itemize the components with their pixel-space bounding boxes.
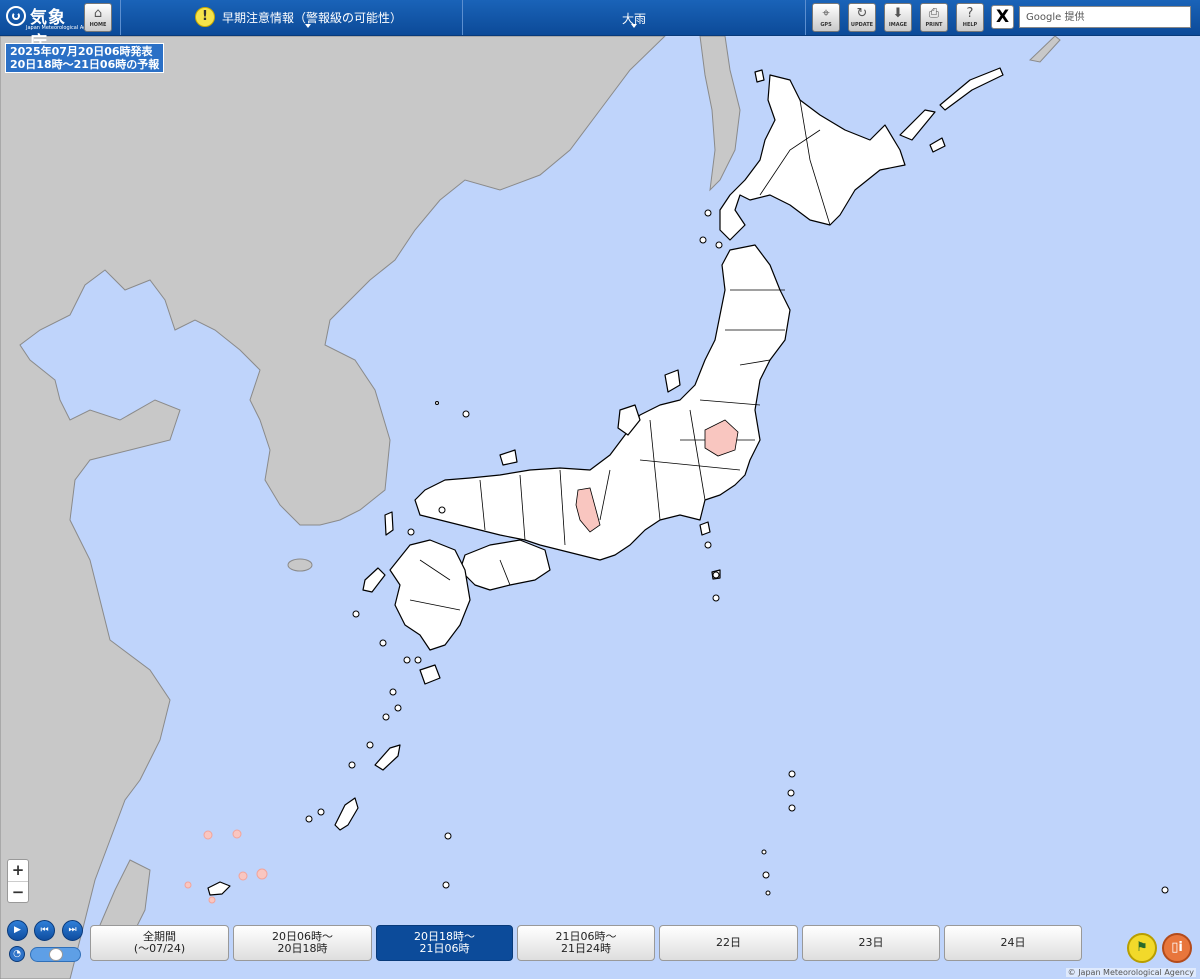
copyright-credit: © Japan Meteorological Agency	[1065, 968, 1196, 977]
home-icon: ⌂	[93, 6, 103, 21]
zoom-in-button[interactable]: +	[8, 860, 28, 882]
update-button[interactable]: ↻ UPDATE	[848, 3, 876, 32]
image-button[interactable]: ⬇ IMAGE	[884, 3, 912, 32]
crosshair-icon: ⌖	[822, 6, 830, 21]
header-divider	[805, 0, 806, 35]
play-button[interactable]: ▶	[7, 920, 28, 941]
izu-oshima	[699, 521, 711, 536]
forecast-info-box: 2025年07月20日06時発表 20日18時～21日06時の予報	[5, 43, 165, 73]
search-input[interactable]	[1019, 6, 1191, 28]
tsushima-island	[384, 511, 394, 536]
print-button[interactable]: ⎙ PRINT	[920, 3, 948, 32]
issued-time: 2025年07月20日06時発表	[10, 45, 153, 58]
refresh-icon: ↻	[856, 6, 868, 21]
weather-map[interactable]	[0, 36, 1200, 979]
rishiri-island	[754, 69, 765, 83]
header-divider	[120, 0, 121, 35]
header-divider	[462, 0, 463, 35]
book-icon: ▯i	[1171, 940, 1183, 955]
tab-all-period[interactable]: 全期間 (～07/24)	[90, 925, 229, 961]
help-button[interactable]: ? HELP	[956, 3, 984, 32]
play-icon: ▶	[14, 925, 21, 935]
skip-forward-icon: ⏭	[68, 925, 77, 935]
tab-21-06-24[interactable]: 21日06時～ 21日24時	[517, 925, 655, 961]
gps-button[interactable]: ⌖ GPS	[812, 3, 840, 32]
zoom-out-button[interactable]: −	[8, 882, 28, 903]
zoom-control: + −	[7, 859, 29, 903]
early-warning-title[interactable]: 早期注意情報（警報級の可能性）	[222, 9, 402, 26]
toggle-knob[interactable]	[49, 948, 63, 961]
forecast-period: 20日18時～21日06時の予報	[10, 58, 160, 71]
skip-back-icon: ⏮	[40, 925, 49, 935]
next-button[interactable]: ⏭	[62, 920, 83, 941]
legend-button[interactable]: ⚑	[1127, 933, 1157, 963]
jeju-island	[287, 558, 313, 572]
previous-button[interactable]: ⏮	[34, 920, 55, 941]
jma-logo[interactable]: 気象庁 Japan Meteorological Agency	[4, 3, 98, 53]
header-bar: 気象庁 Japan Meteorological Agency ⌂ HOME !…	[0, 0, 1200, 53]
clock-icon: ◔	[9, 946, 25, 962]
chevron-down-icon[interactable]	[305, 24, 311, 28]
download-icon: ⬇	[892, 6, 904, 21]
x-share-button[interactable]: X	[991, 5, 1014, 29]
speed-toggle[interactable]	[30, 947, 81, 962]
jma-logo-icon	[6, 6, 26, 26]
tab-20-18-21-06[interactable]: 20日18時～ 21日06時	[376, 925, 513, 961]
warning-icon: !	[195, 7, 215, 27]
manual-button[interactable]: ▯i	[1162, 933, 1192, 963]
tab-20-06-18[interactable]: 20日06時～ 20日18時	[233, 925, 372, 961]
printer-icon: ⎙	[928, 6, 940, 21]
tab-22[interactable]: 22日	[659, 925, 798, 961]
tab-23[interactable]: 23日	[802, 925, 940, 961]
legend-icon: ⚑	[1136, 940, 1148, 955]
chevron-down-icon[interactable]	[631, 24, 637, 28]
tab-24[interactable]: 24日	[944, 925, 1082, 961]
home-button[interactable]: ⌂ HOME	[84, 3, 112, 32]
question-icon: ?	[966, 6, 974, 21]
